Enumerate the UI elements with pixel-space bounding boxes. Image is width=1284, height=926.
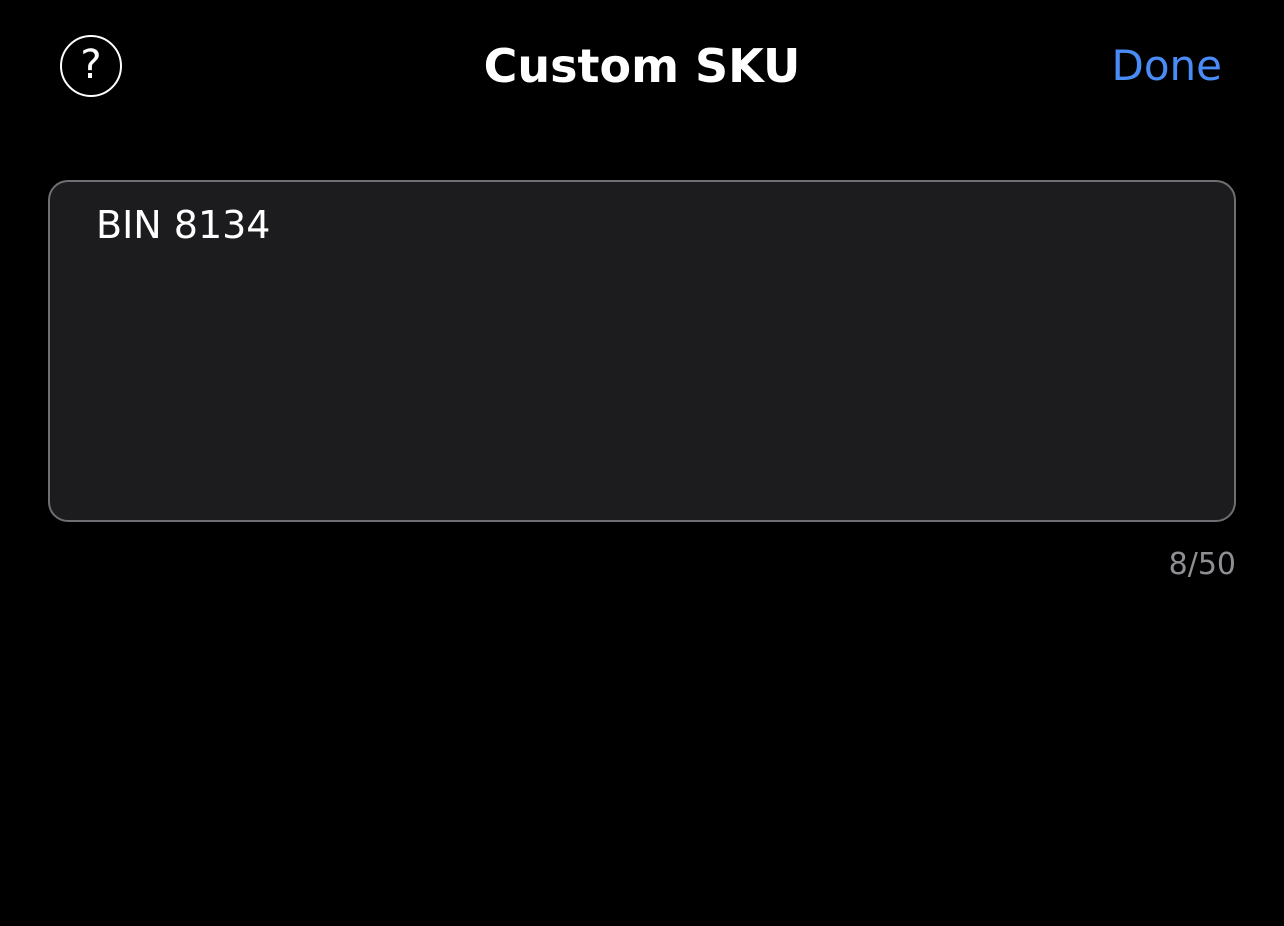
sku-field-value: BIN 8134 <box>96 203 271 247</box>
page-title: Custom SKU <box>483 39 801 93</box>
done-button[interactable]: Done <box>1112 36 1223 96</box>
character-counter: 8/50 <box>1168 547 1236 582</box>
sku-text-field[interactable]: BIN 8134 <box>48 180 1236 522</box>
